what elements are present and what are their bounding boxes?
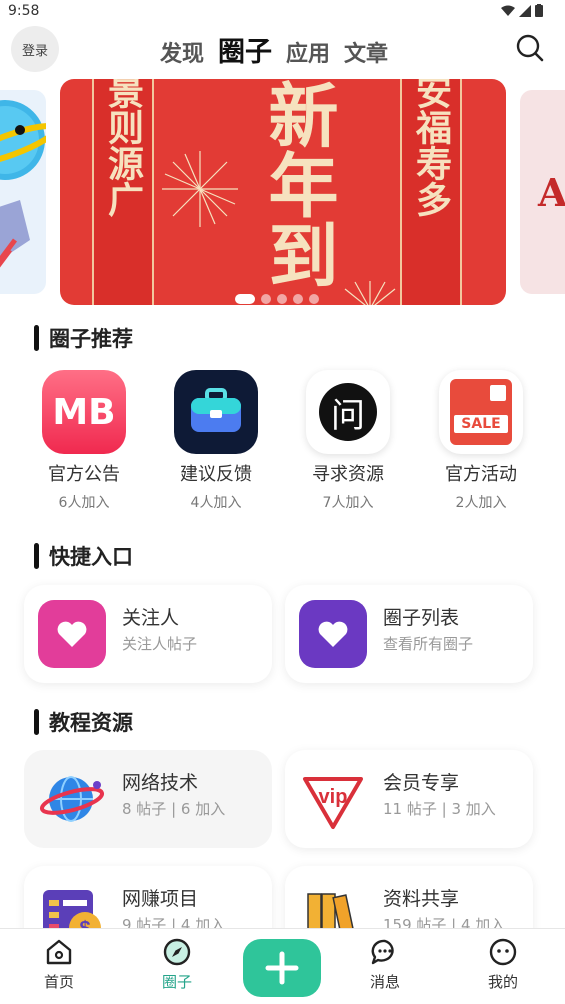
vip-text: vip bbox=[319, 786, 348, 808]
card-stats: 11 帖子 | 3 加入 bbox=[383, 800, 496, 818]
carousel-dot[interactable] bbox=[261, 294, 271, 304]
heart-icon bbox=[38, 600, 106, 668]
circle-official-notice[interactable]: MB 官方公告 6人加入 bbox=[24, 370, 144, 512]
left-couplet-text: 景则源广 bbox=[102, 79, 144, 217]
circle-count: 7人加入 bbox=[322, 495, 374, 511]
circle-count: 2人加入 bbox=[455, 495, 507, 511]
circle-name: 官方公告 bbox=[48, 464, 120, 485]
globe-icon bbox=[38, 765, 106, 833]
signal-icon bbox=[519, 4, 531, 17]
card-title: 网络技术 bbox=[122, 772, 199, 794]
tutorial-network-tech[interactable]: 网络技术 8 帖子 | 6 加入 bbox=[24, 750, 272, 848]
banner-prev-slide[interactable] bbox=[0, 90, 46, 294]
section-tutorials: 教程资源 bbox=[34, 708, 133, 736]
section-recommended: 圈子推荐 bbox=[34, 324, 133, 352]
carousel-dot[interactable] bbox=[235, 294, 255, 304]
section-quick-entry: 快捷入口 bbox=[34, 542, 133, 570]
circle-official-events[interactable]: SALE 官方活动 2人加入 bbox=[421, 370, 541, 512]
add-button[interactable] bbox=[243, 939, 321, 997]
firework-decoration bbox=[162, 151, 238, 227]
compass-icon bbox=[163, 938, 191, 966]
banner-title: 新年到 bbox=[257, 79, 340, 289]
circle-name: 寻求资源 bbox=[312, 464, 384, 485]
briefcase-icon bbox=[174, 370, 258, 454]
circle-seek-resources[interactable]: 问 寻求资源 7人加入 bbox=[288, 370, 408, 512]
card-stats: 8 帖子 | 6 加入 bbox=[122, 800, 226, 818]
carousel-dot[interactable] bbox=[293, 294, 303, 304]
top-tabs: 发现 圈子 应用 文章 bbox=[160, 30, 388, 70]
section-bar bbox=[34, 709, 39, 735]
tab-articles[interactable]: 文章 bbox=[344, 36, 388, 68]
left-couplet: 景则源广 bbox=[92, 79, 154, 305]
circle-count: 6人加入 bbox=[58, 495, 110, 511]
home-icon bbox=[46, 939, 72, 965]
card-subtitle: 关注人帖子 bbox=[122, 635, 198, 653]
card-title: 会员专享 bbox=[383, 772, 460, 794]
banner-carousel[interactable]: 景则源广 安福寿多 新年到 A bbox=[0, 79, 565, 305]
status-bar: 9:58 bbox=[0, 0, 565, 24]
card-title: 网赚项目 bbox=[122, 888, 199, 910]
bottom-nav: 首页 圈子 消息 我的 bbox=[0, 928, 565, 1004]
section-title: 圈子推荐 bbox=[49, 327, 133, 351]
sale-text: SALE bbox=[461, 416, 501, 432]
nav-home[interactable]: 首页 bbox=[19, 937, 99, 992]
status-time: 9:58 bbox=[8, 3, 40, 19]
firework-decoration bbox=[344, 281, 396, 305]
mb-logo-icon: MB bbox=[42, 370, 126, 454]
circle-count: 4人加入 bbox=[190, 495, 242, 511]
question-char-icon: 问 bbox=[306, 370, 390, 454]
tab-discover[interactable]: 发现 bbox=[160, 36, 204, 68]
question-char-text: 问 bbox=[331, 395, 365, 436]
carousel-dot[interactable] bbox=[277, 294, 287, 304]
right-couplet-text: 安福寿多 bbox=[410, 79, 452, 217]
heart-icon bbox=[299, 600, 367, 668]
section-bar bbox=[34, 325, 39, 351]
nav-messages[interactable]: 消息 bbox=[345, 937, 425, 992]
tab-apps[interactable]: 应用 bbox=[286, 36, 330, 68]
face-icon bbox=[489, 938, 517, 966]
section-title: 教程资源 bbox=[49, 711, 133, 735]
quick-entry-circle-list[interactable]: 圈子列表 查看所有圈子 bbox=[285, 585, 533, 683]
wifi-icon bbox=[501, 5, 515, 16]
search-icon[interactable] bbox=[515, 33, 545, 63]
card-subtitle: 查看所有圈子 bbox=[383, 635, 474, 653]
tab-circles[interactable]: 圈子 bbox=[218, 30, 272, 69]
vip-icon: vip bbox=[299, 765, 367, 833]
nav-label: 圈子 bbox=[161, 973, 192, 991]
section-bar bbox=[34, 543, 39, 569]
circle-name: 建议反馈 bbox=[180, 464, 252, 485]
banner-main-slide[interactable]: 景则源广 安福寿多 新年到 bbox=[60, 79, 506, 305]
card-title: 圈子列表 bbox=[383, 607, 460, 629]
tutorial-vip-exclusive[interactable]: vip 会员专享 11 帖子 | 3 加入 bbox=[285, 750, 533, 848]
nav-label: 消息 bbox=[369, 973, 400, 991]
nav-label: 我的 bbox=[487, 973, 518, 991]
section-title: 快捷入口 bbox=[49, 545, 133, 569]
nav-label: 首页 bbox=[43, 973, 74, 991]
chat-icon bbox=[371, 939, 394, 965]
carousel-indicator bbox=[235, 294, 319, 304]
status-icons bbox=[501, 4, 543, 17]
right-couplet: 安福寿多 bbox=[400, 79, 462, 305]
nav-circles[interactable]: 圈子 bbox=[137, 937, 217, 992]
mb-logo-text: MB bbox=[52, 391, 116, 433]
nav-profile[interactable]: 我的 bbox=[463, 937, 543, 992]
circle-feedback[interactable]: 建议反馈 4人加入 bbox=[156, 370, 276, 512]
sale-tag-icon: SALE bbox=[439, 370, 523, 454]
planet-illustration bbox=[0, 100, 46, 268]
carousel-dot[interactable] bbox=[309, 294, 319, 304]
banner-next-slide[interactable]: A bbox=[520, 90, 565, 294]
card-title: 关注人 bbox=[122, 607, 180, 629]
plus-icon bbox=[265, 951, 299, 985]
card-title: 资料共享 bbox=[383, 888, 460, 910]
quick-entry-following[interactable]: 关注人 关注人帖子 bbox=[24, 585, 272, 683]
battery-icon bbox=[535, 4, 543, 17]
login-button[interactable]: 登录 bbox=[11, 26, 59, 72]
next-slide-text: A bbox=[538, 170, 565, 215]
circle-name: 官方活动 bbox=[445, 464, 517, 485]
